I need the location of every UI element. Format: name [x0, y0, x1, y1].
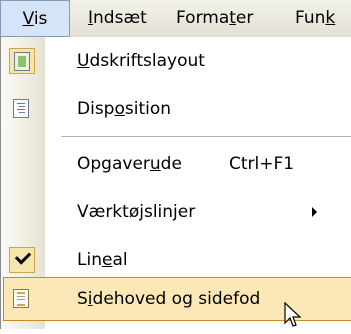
shortcut-text: Ctrl+F1: [229, 154, 295, 174]
menu-funktioner-label: Funk: [295, 8, 336, 28]
menu-item-udskriftslayout[interactable]: Udskriftslayout: [1, 37, 351, 85]
menu-item-label: Værktøjslinjer: [77, 202, 196, 222]
submenu-arrow-icon: [312, 207, 317, 217]
menu-item-label: Opgaverude: [77, 154, 182, 174]
menu-item-opgaverude[interactable]: Opgaverude Ctrl+F1: [1, 140, 351, 188]
menu-funktioner[interactable]: Funk: [295, 0, 335, 37]
menu-item-label: Sidehoved og sidefod: [77, 289, 261, 309]
menu-vis-label: Vis: [22, 9, 48, 29]
menu-formater[interactable]: Formater: [176, 0, 253, 37]
menu-item-label: Udskriftslayout: [77, 51, 205, 71]
header-footer-icon: [9, 286, 35, 312]
print-layout-icon: [9, 48, 35, 74]
menu-formater-label: Formater: [176, 8, 254, 28]
menu-item-disposition[interactable]: Disposition: [1, 85, 351, 133]
check-icon: [9, 247, 35, 273]
menu-indsaet-label: Indsæt: [88, 8, 147, 28]
menu-item-vaerktoejslinjer[interactable]: Værktøjslinjer: [1, 188, 351, 236]
menu-vis[interactable]: Vis: [0, 0, 70, 37]
mouse-cursor-icon: [284, 301, 304, 334]
menu-separator: [61, 136, 351, 137]
menu-bar: Vis Indsæt Formater Funk: [0, 0, 351, 38]
outline-view-icon: [9, 96, 35, 122]
vis-dropdown-menu: Udskriftslayout Disposition Opgaverude C…: [0, 37, 351, 329]
menu-indsaet[interactable]: Indsæt: [88, 0, 147, 37]
menu-item-label: Disposition: [77, 99, 172, 119]
